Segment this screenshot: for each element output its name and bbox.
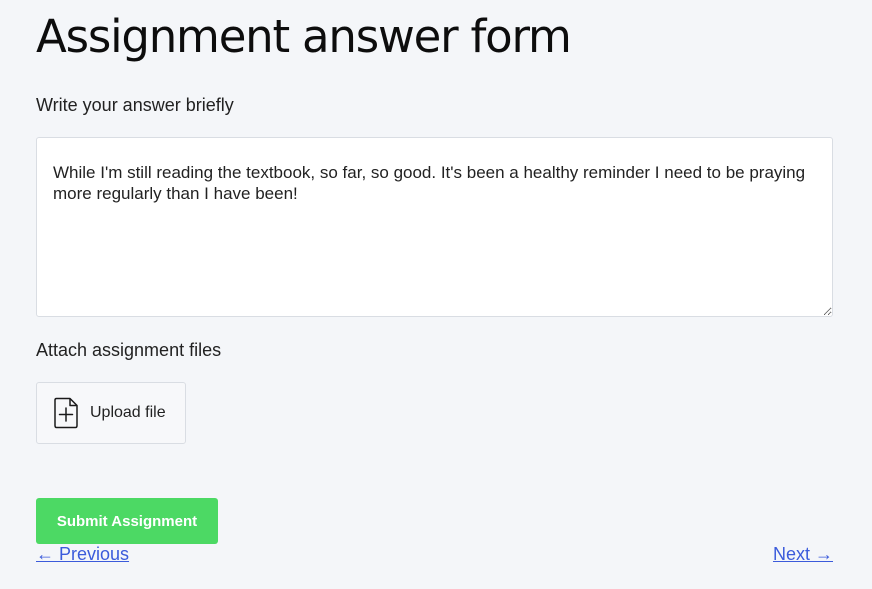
upload-file-button[interactable]: Upload file <box>36 382 186 444</box>
answer-textarea[interactable]: While I'm still reading the textbook, so… <box>36 137 833 317</box>
next-link[interactable]: Next → <box>773 544 833 565</box>
attach-files-label: Attach assignment files <box>36 340 222 360</box>
previous-link[interactable]: ← Previous <box>36 544 129 565</box>
submit-assignment-button[interactable]: Submit Assignment <box>36 498 218 544</box>
page-title: Assignment answer form <box>36 10 572 63</box>
answer-label: Write your answer briefly <box>36 95 234 115</box>
upload-file-label: Upload file <box>90 404 166 421</box>
file-plus-icon <box>54 397 78 429</box>
